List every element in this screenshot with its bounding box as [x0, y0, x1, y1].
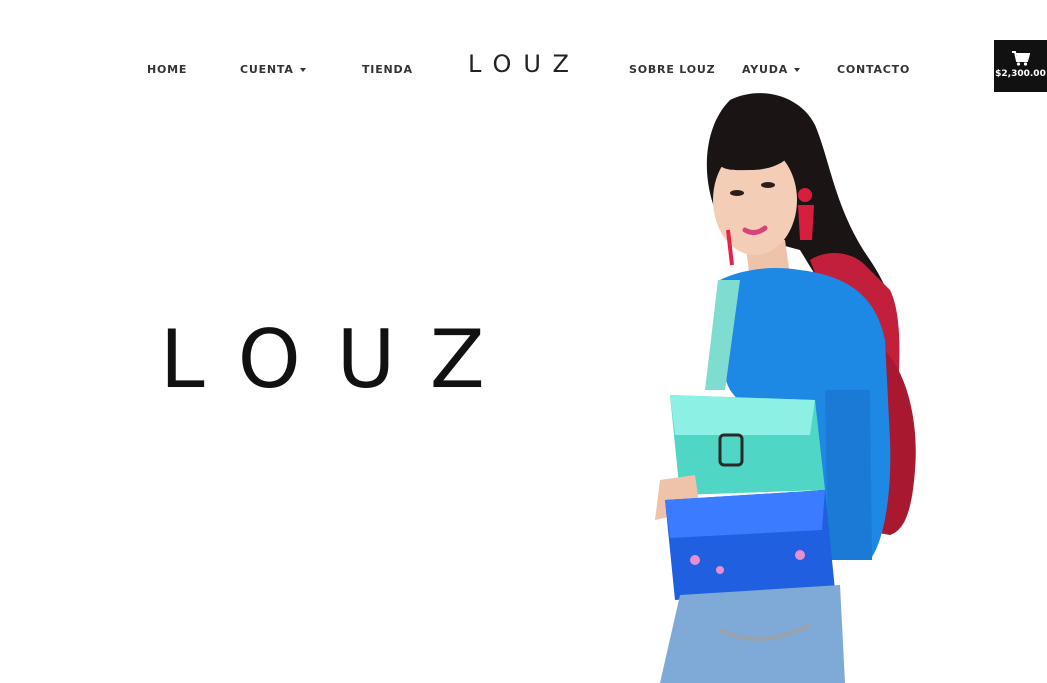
nav-ayuda-label: AYUDA — [742, 63, 789, 76]
cart-total: $2,300.00 — [995, 69, 1046, 79]
shopping-cart-icon — [1011, 51, 1030, 66]
nav-cuenta-label: CUENTA — [240, 63, 294, 76]
hero-logo: LOUZ — [160, 313, 521, 406]
chevron-down-icon — [299, 68, 306, 72]
nav-contacto[interactable]: CONTACTO — [837, 63, 910, 76]
nav-ayuda[interactable]: AYUDA — [742, 63, 801, 76]
nav-home[interactable]: HOME — [147, 63, 187, 76]
header-logo[interactable]: LOUZ — [468, 50, 581, 78]
chevron-down-icon — [794, 68, 801, 72]
hero-model-image — [655, 93, 916, 683]
nav-sobre-louz[interactable]: SOBRE LOUZ — [629, 63, 715, 76]
cart-button[interactable]: $2,300.00 — [994, 40, 1047, 92]
nav-tienda[interactable]: TIENDA — [362, 63, 413, 76]
nav-cuenta[interactable]: CUENTA — [240, 63, 306, 76]
